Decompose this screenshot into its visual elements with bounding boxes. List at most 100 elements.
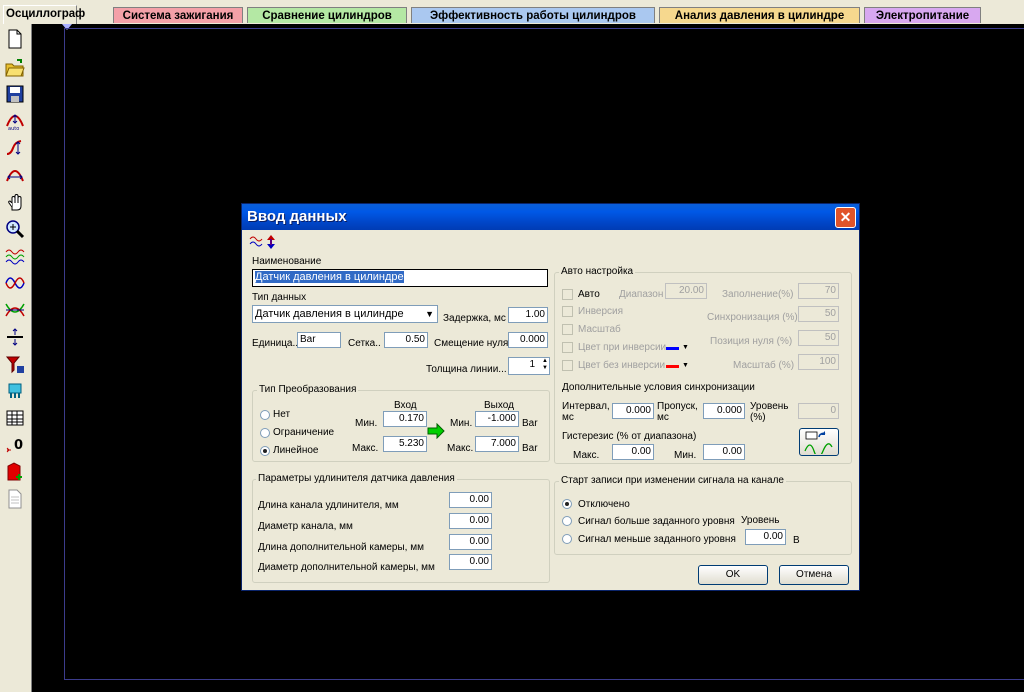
tab-cylinder-pressure[interactable]: Анализ давления в цилиндре xyxy=(659,7,860,23)
cursor-measure-icon[interactable] xyxy=(4,137,26,159)
sensor-icon[interactable] xyxy=(4,380,26,402)
auto-label: Авто xyxy=(578,289,600,300)
delay-input[interactable]: 1.00 xyxy=(508,307,548,323)
filter-icon[interactable] xyxy=(4,353,26,375)
conversion-none-radio[interactable] xyxy=(260,410,270,420)
datatype-select[interactable]: Датчик давления в цилиндре ▼ xyxy=(252,305,438,323)
color-inv-checkbox[interactable] xyxy=(562,342,573,353)
extension-diameter-input[interactable]: 0.00 xyxy=(449,513,492,529)
left-toolbar: auto 0 xyxy=(0,24,32,692)
in-max-input[interactable]: 5.230 xyxy=(383,436,427,452)
color-inv-swatch[interactable] xyxy=(666,347,679,350)
zero-pos-input[interactable]: 50 xyxy=(798,330,839,346)
updown-arrows-icon[interactable] xyxy=(265,234,277,250)
sync-level-label: Уровень (%) xyxy=(750,401,789,423)
record-off-label: Отключено xyxy=(578,499,630,510)
sync-pct-input[interactable]: 50 xyxy=(798,306,839,322)
zoom-icon[interactable] xyxy=(4,218,26,240)
spinner-arrows-icon[interactable]: ▲ ▼ xyxy=(542,358,548,372)
record-level-input[interactable]: 0.00 xyxy=(745,529,786,545)
svg-text:0: 0 xyxy=(14,438,23,453)
thickness-value: 1 xyxy=(529,359,535,370)
unit-input[interactable]: Bar xyxy=(297,332,341,348)
tab-ignition[interactable]: Система зажигания xyxy=(113,7,243,23)
name-input[interactable]: Датчик давления в цилиндре xyxy=(252,269,548,287)
hyst-max-label: Макс. xyxy=(573,450,600,461)
interval-input[interactable]: 0.000 xyxy=(612,403,654,419)
offset-input[interactable]: 0.000 xyxy=(508,332,548,348)
delay-label: Задержка, мс xyxy=(443,313,506,324)
hand-pan-icon[interactable] xyxy=(4,191,26,213)
signal-channel-2-icon[interactable] xyxy=(4,272,26,294)
sync-level-input[interactable]: 0 xyxy=(798,403,839,419)
auto-checkbox[interactable] xyxy=(562,289,573,300)
table-icon[interactable] xyxy=(4,407,26,429)
chamber-length-input[interactable]: 0.00 xyxy=(449,534,492,550)
out-max-label: Макс. xyxy=(447,443,474,454)
hysteresis-label: Гистерезис (% от диапазона) xyxy=(562,431,697,442)
level-icon[interactable] xyxy=(4,326,26,348)
color-noinv-swatch[interactable] xyxy=(666,365,679,368)
dialog-titlebar[interactable]: Ввод данных ✕ xyxy=(242,204,859,230)
fill-input[interactable]: 70 xyxy=(798,283,839,299)
inversion-label: Инверсия xyxy=(578,306,624,317)
sync-icon[interactable] xyxy=(4,164,26,186)
range-label: Диапазон xyxy=(619,289,664,300)
out-max-input[interactable]: 7.000 xyxy=(475,436,519,452)
document-icon[interactable] xyxy=(4,488,26,510)
signal-channel-icon[interactable] xyxy=(4,245,26,267)
conversion-linear-radio[interactable] xyxy=(260,446,270,456)
auto-sync-button[interactable] xyxy=(799,428,839,458)
color-noinv-label: Цвет без инверсии xyxy=(578,360,666,371)
tab-cylinder-efficiency[interactable]: Эффективность работы цилиндров xyxy=(411,7,655,23)
conversion-limit-radio[interactable] xyxy=(260,428,270,438)
out-min-input[interactable]: -1.000 xyxy=(475,411,519,427)
color-noinv-checkbox[interactable] xyxy=(562,360,573,371)
skip-input[interactable]: 0.000 xyxy=(703,403,745,419)
record-above-radio[interactable] xyxy=(562,516,572,526)
sync-pct-label: Синхронизация (%) xyxy=(707,312,798,323)
thickness-label: Толщина линии... xyxy=(426,364,507,375)
scale-checkbox[interactable] xyxy=(562,324,573,335)
auto-settings-label: Авто настройка xyxy=(559,266,636,277)
auto-scale-icon[interactable]: auto xyxy=(4,110,26,132)
in-max-label: Макс. xyxy=(352,443,379,454)
signal-channel-3-icon[interactable] xyxy=(4,299,26,321)
conversion-limit-label: Ограничение xyxy=(273,427,335,438)
ok-button[interactable]: OK xyxy=(698,565,768,585)
tab-power[interactable]: Электропитание xyxy=(864,7,981,23)
cancel-button[interactable]: Отмена xyxy=(779,565,849,585)
range-input[interactable]: 20.00 xyxy=(665,283,707,299)
tab-cylinder-compare[interactable]: Сравнение цилиндров xyxy=(247,7,407,23)
record-level-label: Уровень xyxy=(741,515,780,526)
close-button[interactable]: ✕ xyxy=(835,207,856,228)
zero-icon[interactable]: 0 xyxy=(4,434,26,456)
inversion-checkbox[interactable] xyxy=(562,306,573,317)
open-folder-icon[interactable] xyxy=(4,57,26,79)
extension-row-label: Длина дополнительной камеры, мм xyxy=(258,542,424,553)
chevron-down-icon[interactable]: ▼ xyxy=(682,362,689,369)
grid-input[interactable]: 0.50 xyxy=(384,332,428,348)
dialog-title: Ввод данных xyxy=(247,208,347,225)
in-min-input[interactable]: 0.170 xyxy=(383,411,427,427)
data-input-dialog: Ввод данных ✕ Наименование Датчик давлен… xyxy=(241,203,860,591)
extension-length-input[interactable]: 0.00 xyxy=(449,492,492,508)
channel-add-icon[interactable] xyxy=(4,461,26,483)
record-below-radio[interactable] xyxy=(562,534,572,544)
extension-row-label: Длина канала удлинителя, мм xyxy=(258,500,399,511)
waveform-icon[interactable] xyxy=(249,235,263,249)
chamber-diameter-input[interactable]: 0.00 xyxy=(449,554,492,570)
record-off-radio[interactable] xyxy=(562,499,572,509)
thickness-spinner[interactable]: 1 ▲ ▼ xyxy=(508,357,550,375)
new-file-icon[interactable] xyxy=(4,28,26,50)
extension-group-label: Параметры удлинителя датчика давления xyxy=(256,473,457,484)
save-disk-icon[interactable] xyxy=(4,83,26,105)
chevron-down-icon[interactable]: ▼ xyxy=(682,344,689,351)
hyst-max-input[interactable]: 0.00 xyxy=(612,444,654,460)
record-below-label: Сигнал меньше заданного уровня xyxy=(578,534,736,545)
tab-oscilloscope[interactable]: Осциллограф xyxy=(3,5,85,24)
hyst-min-input[interactable]: 0.00 xyxy=(703,444,745,460)
color-inv-label: Цвет при инверсии xyxy=(578,342,667,353)
chevron-down-icon: ▼ xyxy=(425,309,434,319)
scale-pct-input[interactable]: 100 xyxy=(798,354,839,370)
